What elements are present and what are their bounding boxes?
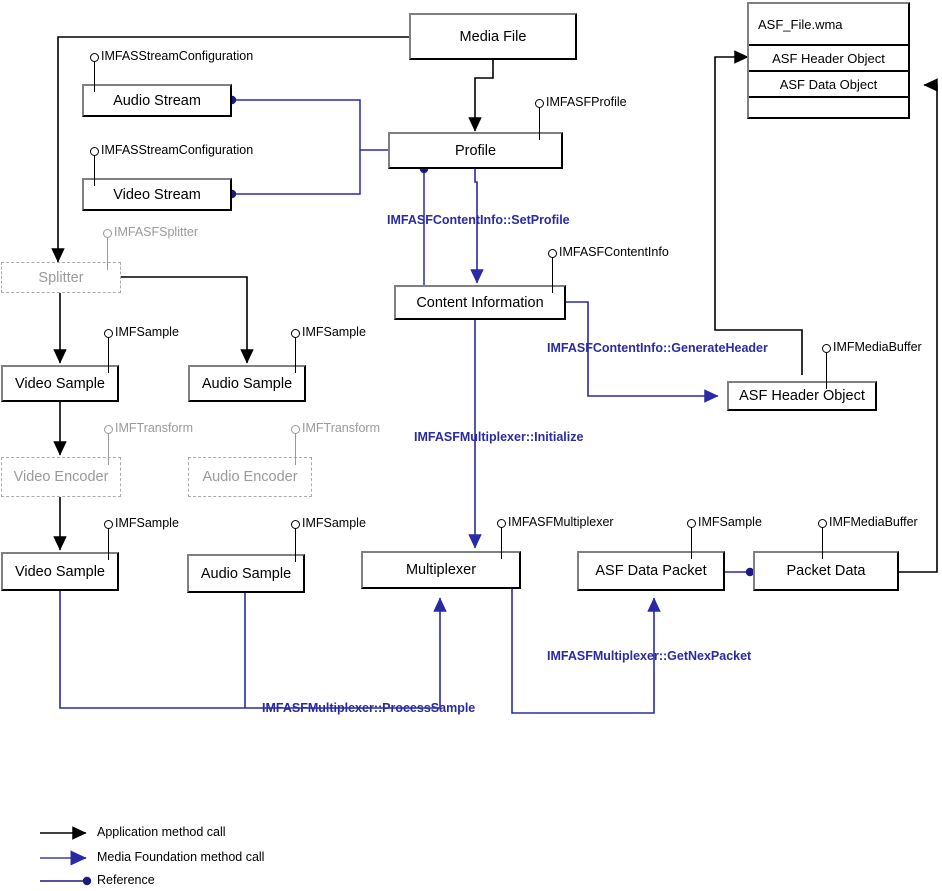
interface-label: IMFMediaBuffer [833,340,922,354]
box-splitter-label: Splitter [38,269,84,286]
interface-label: IMFTransform [302,421,381,435]
interface-label: IMFASStreamConfiguration [101,49,254,63]
box-asf-file[interactable]: ASF_File.wma ASF Header Object ASF Data … [747,2,910,119]
interface-label: IMFASFProfile [546,95,627,109]
box-content-information-label: Content Information [416,294,544,311]
box-asf-data-packet-label: ASF Data Packet [595,563,707,579]
box-multiplexer-label: Multiplexer [405,562,477,578]
asf-file-row-data[interactable]: ASF Data Object [749,70,908,96]
interface-stem [107,337,110,373]
asf-file-title: ASF_File.wma [758,16,843,32]
asf-file-row-data-label: ASF Data Object [779,76,878,92]
interface-stem [821,527,824,559]
box-video-stream[interactable]: Video Stream [82,178,232,211]
interface-stem [107,433,110,465]
box-audio-stream-label: Audio Stream [113,92,201,109]
legend-label-mediafoundation: Media Foundation method call [97,850,265,864]
interface-stem [690,527,693,559]
box-video-sample-top-label: Video Sample [14,375,106,392]
interface-label: IMFASFSplitter [114,225,199,239]
interface-label: IMFSample [115,325,179,339]
wire-getnextpacket [511,569,661,714]
interface-label: IMFSample [115,516,179,530]
box-profile-label: Profile [454,142,497,159]
box-video-sample-bottom[interactable]: Video Sample [1,552,119,591]
box-profile[interactable]: Profile [388,132,563,169]
box-media-file[interactable]: Media File [409,13,577,60]
interface-label: IMFMediaBuffer [829,515,918,529]
label-process-sample: IMFASFMultiplexer::ProcessSample [262,701,476,715]
interface-stem [107,528,110,560]
interface-stem [294,528,297,562]
interface-stem [106,237,109,270]
interface-label: IMFASFContentInfo [559,245,669,259]
interface-stem [93,155,96,186]
box-video-stream-label: Video Stream [113,186,201,203]
interface-label: IMFSample [698,515,762,529]
box-audio-sample-top[interactable]: Audio Sample [188,365,306,402]
label-initialize: IMFASFMultiplexer::Initialize [414,430,584,444]
box-asf-header-object-label: ASF Header Object [739,388,865,404]
asf-file-row-empty [749,96,908,117]
asf-file-title-row: ASF_File.wma [749,4,908,44]
box-asf-data-packet[interactable]: ASF Data Packet [577,551,725,591]
asf-file-row-header[interactable]: ASF Header Object [749,44,908,70]
label-get-next-packet: IMFASFMultiplexer::GetNexPacket [547,649,752,663]
diagram-canvas: Media File Audio Stream Video Stream Pro… [0,0,942,891]
box-audio-sample-bottom-label: Audio Sample [200,565,292,582]
box-packet-data-label: Packet Data [786,563,866,579]
interface-stem [294,433,297,465]
wire-mediafile-to-profile [468,60,494,132]
box-video-encoder-label: Video Encoder [13,469,109,485]
box-asf-header-object[interactable]: ASF Header Object [727,381,877,411]
interface-stem [500,527,503,559]
interface-label: IMFSample [302,325,366,339]
interface-stem [551,257,554,293]
wire-packetdata-to-asffile-data [899,78,938,573]
box-multiplexer[interactable]: Multiplexer [361,551,521,589]
asf-file-row-header-label: ASF Header Object [772,50,885,66]
box-audio-sample-top-label: Audio Sample [201,375,293,392]
box-audio-sample-bottom[interactable]: Audio Sample [187,554,305,593]
legend-label-reference: Reference [97,873,155,887]
interface-stem [538,107,541,140]
box-splitter[interactable]: Splitter [1,262,121,293]
interface-label: IMFASStreamConfiguration [101,143,254,157]
box-video-encoder[interactable]: Video Encoder [1,457,121,497]
box-video-sample-bottom-label: Video Sample [14,563,106,580]
interface-stem [825,352,828,389]
interface-stem [294,337,297,373]
legend-glyph-reference-dot [82,876,92,886]
box-audio-encoder-label: Audio Encoder [202,469,298,485]
legend-label-application: Application method call [97,825,226,839]
label-generate-header: IMFASFContentInfo::GenerateHeader [547,341,768,355]
box-audio-stream[interactable]: Audio Stream [82,84,232,117]
wire-processsample-video [59,591,447,709]
label-set-profile: IMFASFContentInfo::SetProfile [387,213,570,227]
interface-label: IMFSample [302,516,366,530]
box-video-sample-top[interactable]: Video Sample [1,365,119,402]
interface-stem [93,61,96,92]
box-media-file-label: Media File [459,28,527,45]
interface-label: IMFTransform [115,421,194,435]
interface-label: IMFASFMultiplexer [508,515,614,529]
box-audio-encoder[interactable]: Audio Encoder [188,457,312,497]
wire-ref-audio-stream-profile [232,99,388,151]
box-content-information[interactable]: Content Information [394,285,566,320]
box-packet-data[interactable]: Packet Data [753,551,899,591]
wire-splitter-to-audio-sample [121,276,254,364]
